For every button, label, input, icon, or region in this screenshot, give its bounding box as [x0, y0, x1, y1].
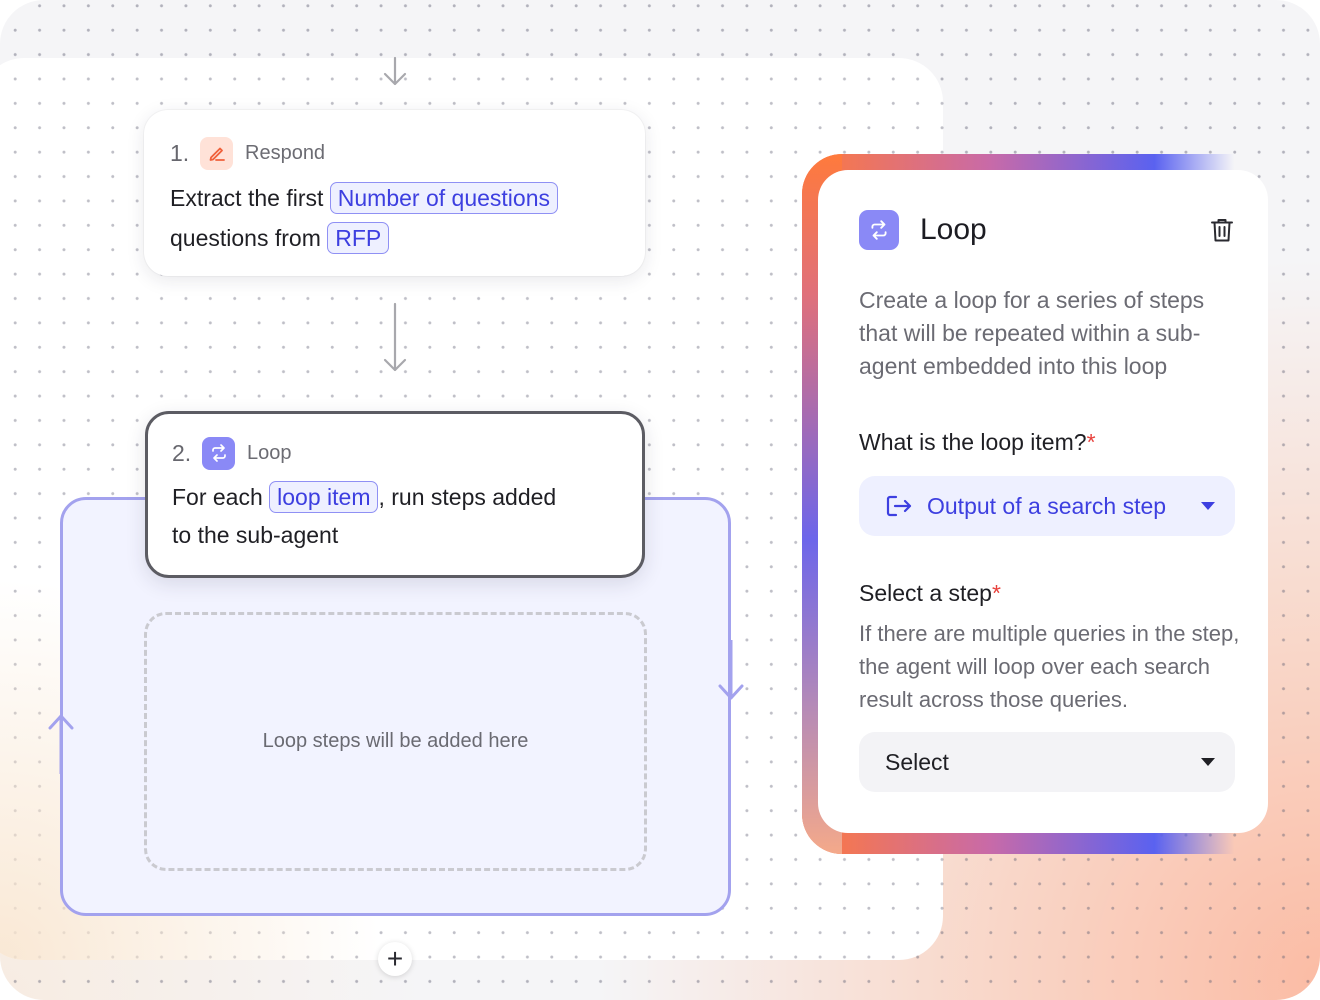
- variable-chip-number-of-questions[interactable]: Number of questions: [329, 182, 558, 214]
- dropzone-label: Loop steps will be added here: [262, 730, 529, 752]
- loop-item-select[interactable]: Output of a search step: [859, 476, 1235, 536]
- output-arrow-icon: [886, 495, 912, 517]
- variable-chip-loop-item[interactable]: loop item: [269, 481, 379, 513]
- connector-arrow-top: [383, 56, 407, 86]
- step-description: Extract the first Number of questions qu…: [170, 178, 619, 258]
- step-type-label: Loop: [247, 441, 292, 464]
- loop-arrows-icon: [202, 436, 235, 470]
- step-select-value: Select: [885, 748, 949, 775]
- panel-title: Loop: [920, 213, 987, 246]
- loop-arrows-icon: [859, 210, 899, 250]
- loop-settings-panel: Loop Create a loop for a series of steps…: [818, 170, 1268, 833]
- step-select[interactable]: Select: [859, 732, 1235, 792]
- plus-icon: +: [386, 943, 404, 974]
- loop-item-value: Output of a search step: [927, 492, 1167, 519]
- loop-item-label: What is the loop item?*: [859, 429, 1096, 455]
- loop-arrow-down: [718, 640, 744, 700]
- step-text: For each: [172, 484, 263, 510]
- step-card-header: 2. Loop: [172, 436, 616, 470]
- step-text: questions from: [170, 225, 321, 251]
- step-text: to the sub-agent: [172, 522, 339, 548]
- pencil-icon: [200, 136, 233, 170]
- chevron-down-icon: [1201, 758, 1215, 766]
- required-mark: *: [991, 580, 1001, 606]
- select-step-label: Select a step*: [859, 580, 1001, 606]
- step-text: , run steps added: [378, 484, 557, 510]
- step-type-label: Respond: [245, 141, 326, 164]
- variable-chip-rfp[interactable]: RFP: [327, 222, 390, 254]
- connector-arrow-middle: [383, 302, 407, 372]
- step-card-loop[interactable]: 2. Loop For each loop item, run steps ad…: [145, 411, 645, 578]
- step-number: 2.: [172, 439, 192, 466]
- loop-arrow-up: [48, 714, 74, 774]
- canvas-background: 1. Respond Extract the first Number of q…: [0, 0, 1320, 1000]
- chevron-down-icon: [1201, 502, 1215, 510]
- step-card-header: 1. Respond: [170, 136, 619, 170]
- step-text: Extract the first: [170, 185, 324, 211]
- required-mark: *: [1086, 429, 1096, 455]
- step-number: 1.: [170, 139, 190, 166]
- select-step-help: If there are multiple queries in the ste…: [859, 621, 1240, 712]
- loop-steps-dropzone[interactable]: Loop steps will be added here: [144, 612, 647, 871]
- panel-header: Loop: [859, 210, 1234, 250]
- add-step-button[interactable]: +: [378, 942, 412, 976]
- step-description: For each loop item, run steps added to t…: [172, 478, 616, 554]
- panel-description: Create a loop for a series of steps that…: [859, 287, 1205, 379]
- step-card-respond[interactable]: 1. Respond Extract the first Number of q…: [144, 110, 645, 276]
- trash-icon[interactable]: [1210, 217, 1234, 243]
